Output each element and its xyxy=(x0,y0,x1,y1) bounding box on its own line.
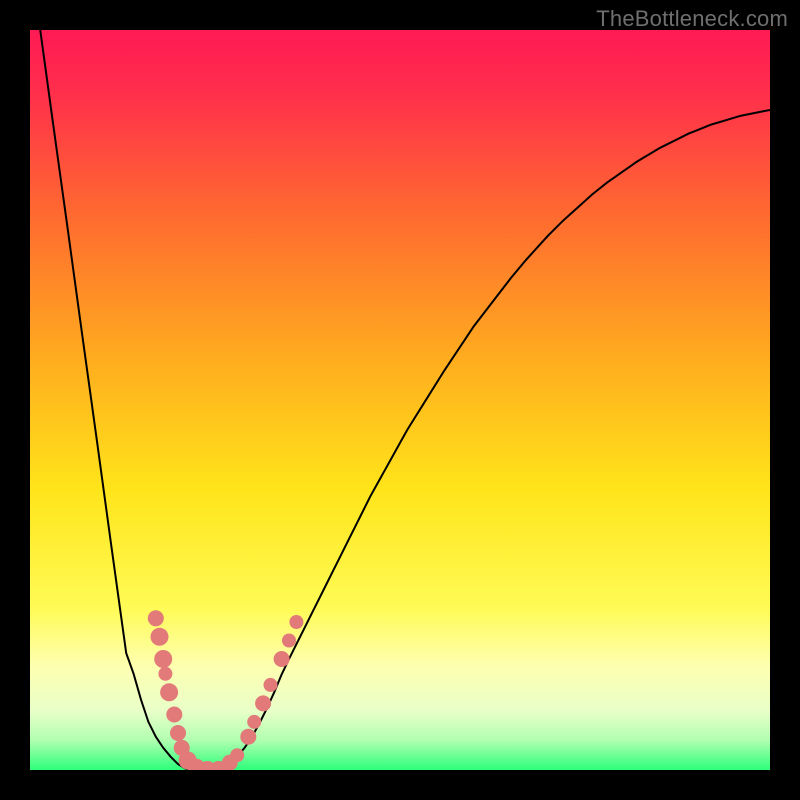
data-marker xyxy=(247,715,261,729)
watermark-text: TheBottleneck.com xyxy=(596,6,788,32)
series-bottleneck-right xyxy=(215,110,770,770)
data-marker xyxy=(148,610,164,626)
curves-layer xyxy=(30,30,770,770)
data-marker xyxy=(170,725,186,741)
data-marker xyxy=(154,650,172,668)
data-marker xyxy=(289,615,303,629)
data-marker xyxy=(166,707,182,723)
data-marker xyxy=(255,695,271,711)
plot-area xyxy=(30,30,770,770)
series-bottleneck-left xyxy=(30,30,215,770)
data-marker xyxy=(282,634,296,648)
data-marker xyxy=(230,748,244,762)
data-marker xyxy=(264,678,278,692)
chart-frame: TheBottleneck.com xyxy=(0,0,800,800)
data-marker xyxy=(240,729,256,745)
data-marker xyxy=(151,628,169,646)
data-marker xyxy=(160,683,178,701)
data-marker xyxy=(274,651,290,667)
data-marker xyxy=(158,667,172,681)
